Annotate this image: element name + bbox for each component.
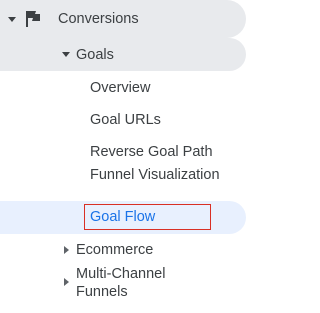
- chevron-right-icon: [64, 246, 69, 254]
- nav-item-label: Multi-Channel Funnels: [76, 266, 166, 300]
- chevron-down-icon: [62, 52, 70, 57]
- nav-item-label: Conversions: [58, 11, 139, 27]
- nav-item-label: Ecommerce: [76, 242, 154, 258]
- nav-item-label: Goal URLs: [90, 112, 161, 128]
- nav-item-label: Funnel Visualization: [90, 167, 220, 183]
- nav-item-overview[interactable]: Overview: [0, 76, 246, 100]
- nav-item-ecommerce[interactable]: Ecommerce: [0, 238, 246, 262]
- nav-item-label: Reverse Goal Path: [90, 144, 213, 160]
- nav-item-label: Goals: [76, 47, 114, 63]
- reports-nav: Conversions Goals Overview Goal URLs Rev…: [0, 0, 273, 313]
- nav-item-goals[interactable]: Goals: [0, 38, 246, 71]
- nav-item-multi-channel-funnels[interactable]: Multi-Channel Funnels: [0, 264, 246, 302]
- nav-item-conversions[interactable]: Conversions: [0, 0, 246, 38]
- chevron-right-icon: [64, 278, 69, 286]
- flag-icon: [26, 11, 40, 27]
- chevron-down-icon: [8, 17, 16, 22]
- nav-item-funnel-visualization[interactable]: Funnel Visualization: [0, 164, 246, 202]
- highlight-box: [84, 204, 211, 230]
- nav-item-reverse-goal-path[interactable]: Reverse Goal Path: [0, 140, 246, 164]
- nav-item-label: Overview: [90, 80, 151, 96]
- nav-item-goal-urls[interactable]: Goal URLs: [0, 108, 246, 132]
